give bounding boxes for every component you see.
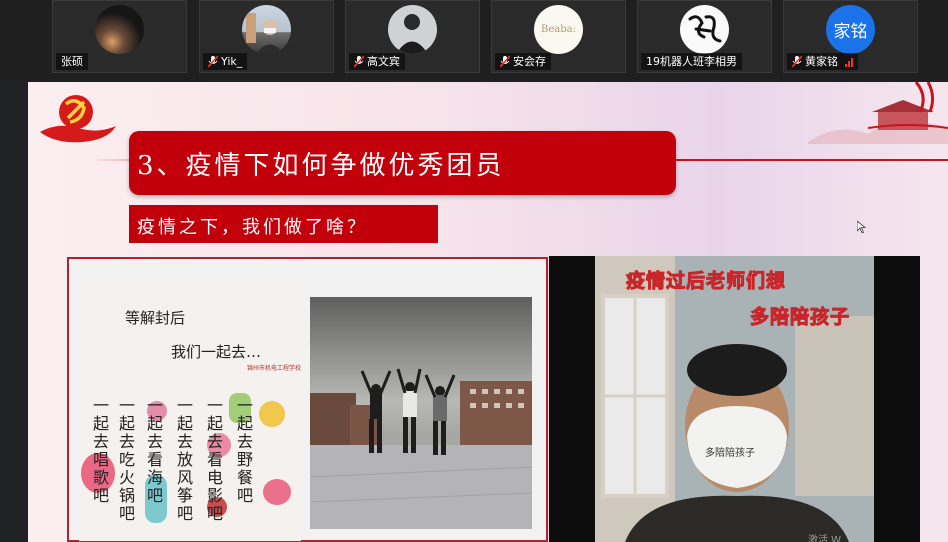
shared-slide: 3、疫情下如何争做优秀团员 疫情之下，我们做了啥？ 等解封后 我们一起去… 锦州… [28,82,948,542]
avatar-logo-text: Beaba: [541,24,576,35]
participant-name: 高文宾 [367,55,400,68]
participant-name-tag: 安会存 [495,53,551,70]
mic-muted-icon [500,55,510,68]
participant-tile[interactable]: Beaba: 安会存 [491,0,626,73]
poster-column: 一起去野餐吧 [236,396,253,505]
poster-column: 一起去看电影吧 [206,396,223,523]
flower-decoration [263,479,291,505]
participant-name: Yik_ [221,55,243,68]
avatar: 家铭 [826,5,875,54]
handwritten-poster-photo: 等解封后 我们一起去… 锦州市机电工程学校 一起去唱歌吧 一起去吃火锅吧 一起去… [79,283,301,541]
participant-name-tag: 高文宾 [349,53,405,70]
poster-column: 一起去看海吧 [146,396,163,505]
signal-strength-icon [845,57,853,67]
poster-column: 一起去唱歌吧 [92,396,109,505]
participant-tile[interactable]: Yik_ [199,0,334,73]
party-emblem-icon [40,95,116,143]
participant-tile[interactable]: 19机器人班李相男 [637,0,772,73]
participant-name: 黄家铭 [805,55,838,68]
teacher-video-frame: 多陪陪孩子 疫情过后老师们想 多陪陪孩子 [595,256,874,542]
landmark-decoration [808,82,948,144]
video-caption-line2: 多陪陪孩子 [749,306,851,329]
left-photo-panel: 等解封后 我们一起去… 锦州市机电工程学校 一起去唱歌吧 一起去吃火锅吧 一起去… [67,257,548,542]
mic-muted-icon [354,55,364,68]
jumping-students-photo [310,297,532,529]
avatar: Beaba: [534,5,583,54]
poster-stamp: 锦州市机电工程学校 [247,365,301,372]
participant-name-tag: 19机器人班李相男 [641,53,742,70]
participant-strip: 张硕 Yik_ 高文宾 Beaba: 安会存 19机器人班李相男 家铭 黄家铭 [0,0,948,80]
avatar [680,5,729,54]
participant-name: 安会存 [513,55,546,68]
participant-name-tag: Yik_ [203,53,248,70]
avatar [95,5,144,54]
mic-muted-icon [208,55,218,68]
participant-name-tag: 张硕 [56,53,88,70]
participant-tile[interactable]: 高文宾 [345,0,480,73]
participant-name: 19机器人班李相男 [646,55,737,68]
flower-decoration [259,401,285,427]
poster-column: 一起去放风筝吧 [176,396,193,523]
activation-watermark: 激活 W [808,535,842,542]
participant-tile[interactable]: 张硕 [52,0,187,73]
participant-tile[interactable]: 家铭 黄家铭 [783,0,918,73]
avatar-initials: 家铭 [833,22,868,42]
teacher-video-panel: 多陪陪孩子 疫情过后老师们想 多陪陪孩子 激活 W [549,256,920,542]
avatar [388,5,437,54]
poster-column: 一起去吃火锅吧 [118,396,135,523]
mask-writing: 多陪陪孩子 [705,448,755,459]
avatar [242,5,291,54]
slide-subtitle-bar: 疫情之下，我们做了啥？ [129,205,438,243]
slide-title: 3、疫情下如何争做优秀团员 [137,151,505,181]
slide-title-bar: 3、疫情下如何争做优秀团员 [129,131,676,195]
poster-subheading: 我们一起去… [171,343,262,361]
participant-name-tag: 黄家铭 [787,53,858,70]
participant-name: 张硕 [61,55,83,68]
video-caption-line1: 疫情过后老师们想 [625,270,787,293]
slide-subtitle: 疫情之下，我们做了啥？ [137,217,368,238]
poster-heading: 等解封后 [125,309,186,327]
mic-muted-icon [792,55,802,68]
mouse-cursor-icon [857,221,866,233]
